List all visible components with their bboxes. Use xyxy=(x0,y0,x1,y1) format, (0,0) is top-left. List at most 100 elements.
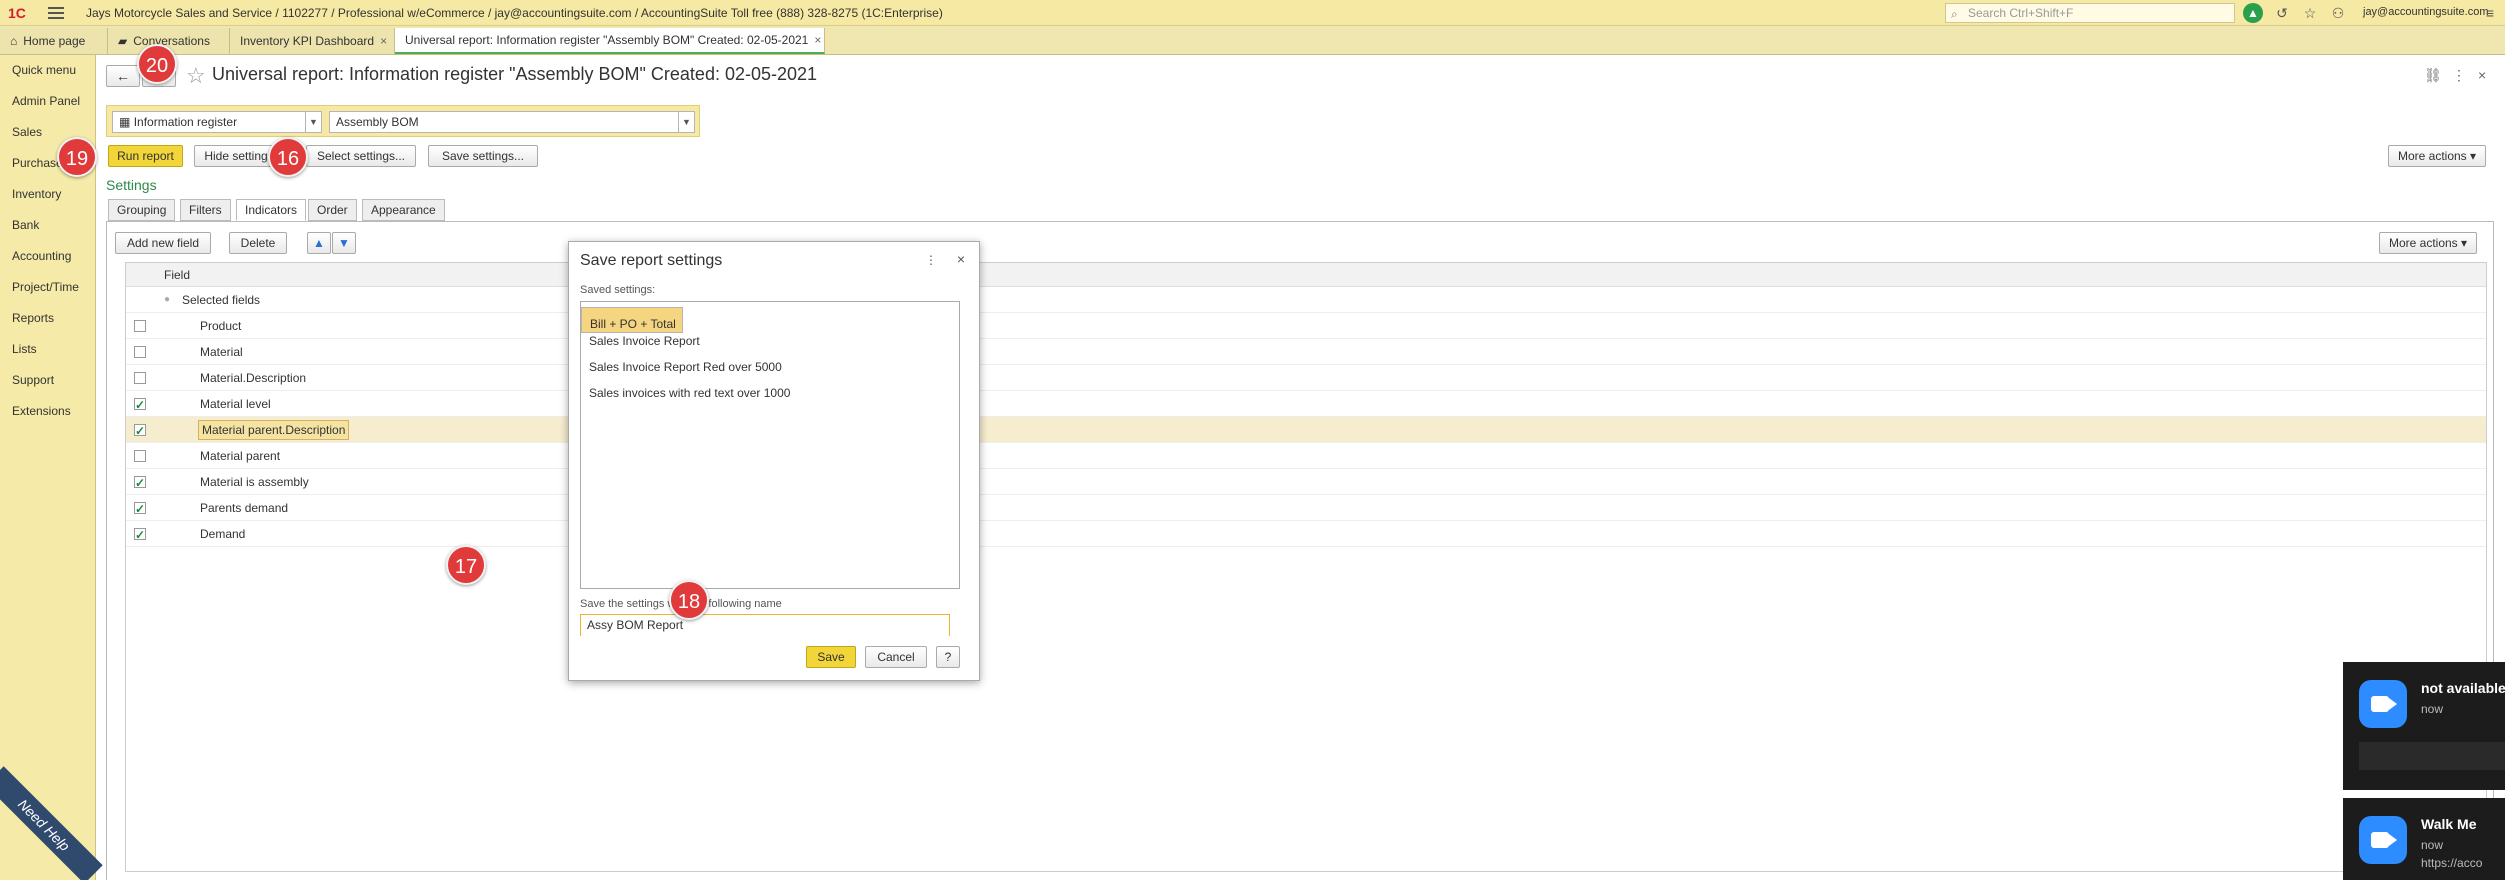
move-up-icon[interactable]: ▲ xyxy=(307,232,331,254)
sidebar-item-inventory[interactable]: Inventory xyxy=(0,179,95,210)
register-type-value: Information register xyxy=(133,115,238,129)
main-area: ← → ☆ Universal report: Information regi… xyxy=(96,55,2505,880)
help-button[interactable]: ? xyxy=(936,646,960,668)
field-label: Material parent xyxy=(200,449,281,463)
table-row[interactable]: Product xyxy=(126,313,2486,339)
add-new-field-button[interactable]: Add new field xyxy=(115,232,211,254)
sidebar-item-bank[interactable]: Bank xyxy=(0,210,95,241)
tab-grouping[interactable]: Grouping xyxy=(108,199,176,221)
sidebar-item-extensions[interactable]: Extensions xyxy=(0,396,95,427)
field-checkbox[interactable] xyxy=(134,522,146,548)
notification-action-button[interactable] xyxy=(2359,742,2505,770)
save-button[interactable]: Save xyxy=(806,646,856,668)
field-checkbox[interactable] xyxy=(134,470,146,496)
move-down-icon[interactable]: ▼ xyxy=(332,232,356,254)
link-icon[interactable]: ⛓ xyxy=(2424,67,2442,84)
notification-time: now xyxy=(2421,838,2444,852)
save-settings-button[interactable]: Save settings... xyxy=(428,145,538,167)
table-row[interactable]: Material.Description xyxy=(126,365,2486,391)
title-bar: 1C Jays Motorcycle Sales and Service / 1… xyxy=(0,0,2505,26)
table-row-group[interactable]: ● Selected fields xyxy=(126,287,2486,313)
sidebar-item-admin-panel[interactable]: Admin Panel xyxy=(0,86,95,117)
tab-inventory-kpi-dashboard[interactable]: Inventory KPI Dashboard × xyxy=(230,28,395,54)
step-marker-20: 20 xyxy=(137,44,177,84)
group-dot-icon: ● xyxy=(164,294,171,305)
notification-toast[interactable]: Walk Me now https://acco xyxy=(2343,798,2505,880)
global-search-input[interactable]: ⌕ Search Ctrl+Shift+F xyxy=(1945,3,2235,23)
tab-order[interactable]: Order xyxy=(308,199,357,221)
home-icon: ⌂ xyxy=(10,34,18,48)
chevron-down-icon[interactable]: ▼ xyxy=(678,112,694,132)
register-object-value: Assembly BOM xyxy=(336,115,419,129)
tab-label: Home page xyxy=(23,34,86,48)
table-row-selected[interactable]: Material parent.Description xyxy=(126,417,2486,444)
step-marker-16: 16 xyxy=(268,137,308,177)
table-row[interactable]: Material level xyxy=(126,391,2486,418)
close-tab-icon[interactable]: × xyxy=(814,33,821,47)
field-checkbox[interactable] xyxy=(134,320,146,332)
save-report-settings-dialog: Save report settings ⋮ × Saved settings:… xyxy=(568,241,980,681)
column-header-field: Field xyxy=(126,263,2486,287)
list-item[interactable]: Sales Invoice Report Red over 5000 xyxy=(581,354,959,380)
register-object-select[interactable]: Assembly BOM ▼ xyxy=(329,111,695,133)
app-title: Jays Motorcycle Sales and Service / 1102… xyxy=(86,5,943,20)
notification-time: now xyxy=(2421,702,2444,716)
favorites-star-icon[interactable]: ☆ xyxy=(2300,3,2320,23)
list-item[interactable]: Sales invoices with red text over 1000 xyxy=(581,380,959,406)
sidebar-item-quick-menu[interactable]: Quick menu xyxy=(0,55,95,86)
step-marker-17: 17 xyxy=(446,545,486,585)
list-item-selected[interactable]: Bill + PO + Total xyxy=(581,307,683,333)
sidebar-item-project-time[interactable]: Project/Time xyxy=(0,272,95,303)
delete-button[interactable]: Delete xyxy=(229,232,287,254)
settings-menu-icon[interactable]: ≡ xyxy=(2480,3,2500,23)
grid-more-actions-button[interactable]: More actions ▾ xyxy=(2379,232,2477,254)
cancel-button[interactable]: Cancel xyxy=(865,646,927,668)
sidebar: Quick menu Admin Panel Sales Purchase In… xyxy=(0,55,96,880)
table-row[interactable]: Material xyxy=(126,339,2486,365)
field-label: Product xyxy=(200,319,242,333)
group-label: Selected fields xyxy=(182,293,261,307)
notification-toast[interactable]: not available now xyxy=(2343,662,2505,790)
close-icon[interactable]: × xyxy=(2478,67,2486,83)
search-icon: ⌕ xyxy=(1951,7,1958,21)
tab-filters[interactable]: Filters xyxy=(180,199,231,221)
sidebar-item-lists[interactable]: Lists xyxy=(0,334,95,365)
tab-indicators[interactable]: Indicators xyxy=(236,199,307,221)
sidebar-item-accounting[interactable]: Accounting xyxy=(0,241,95,272)
sidebar-item-reports[interactable]: Reports xyxy=(0,303,95,334)
table-row[interactable]: Parents demand xyxy=(126,495,2486,522)
more-actions-button[interactable]: More actions ▾ xyxy=(2388,145,2486,167)
settings-name-input[interactable]: Assy BOM Report xyxy=(580,614,950,636)
field-checkbox[interactable] xyxy=(134,418,146,444)
back-button[interactable]: ← xyxy=(106,65,140,87)
main-menu-icon[interactable] xyxy=(48,6,64,19)
more-options-icon[interactable]: ⋮ xyxy=(2452,67,2466,84)
user-name[interactable]: jay@accountingsuite.com xyxy=(2363,6,2489,18)
close-icon[interactable]: × xyxy=(957,251,965,267)
tab-home-page[interactable]: ⌂ Home page xyxy=(0,28,108,54)
tab-appearance[interactable]: Appearance xyxy=(362,199,445,221)
chevron-down-icon[interactable]: ▼ xyxy=(305,112,321,132)
close-tab-icon[interactable]: × xyxy=(380,34,387,48)
table-row[interactable]: Material is assembly xyxy=(126,469,2486,496)
favorite-star-icon[interactable]: ☆ xyxy=(186,63,206,89)
field-checkbox[interactable] xyxy=(134,346,146,358)
tab-label: Universal report: Information register "… xyxy=(405,33,809,47)
table-row[interactable]: Material parent xyxy=(126,443,2486,469)
register-type-select[interactable]: ▦ Information register ▼ xyxy=(112,111,322,133)
user-icon[interactable]: ⚇ xyxy=(2328,3,2348,23)
tab-universal-report[interactable]: Universal report: Information register "… xyxy=(395,28,825,54)
search-placeholder: Search Ctrl+Shift+F xyxy=(1968,6,2074,20)
history-icon[interactable]: ↺ xyxy=(2272,3,2292,23)
run-report-button[interactable]: Run report xyxy=(108,145,183,167)
field-checkbox[interactable] xyxy=(134,496,146,522)
table-row[interactable]: Demand xyxy=(126,521,2486,548)
more-options-icon[interactable]: ⋮ xyxy=(925,253,937,267)
field-checkbox[interactable] xyxy=(134,392,146,418)
zoom-app-icon xyxy=(2359,816,2407,864)
select-settings-button[interactable]: Select settings... xyxy=(306,145,416,167)
sidebar-item-support[interactable]: Support xyxy=(0,365,95,396)
notifications-bell-icon[interactable]: ▲ xyxy=(2243,3,2263,23)
field-checkbox[interactable] xyxy=(134,372,146,384)
field-checkbox[interactable] xyxy=(134,450,146,462)
